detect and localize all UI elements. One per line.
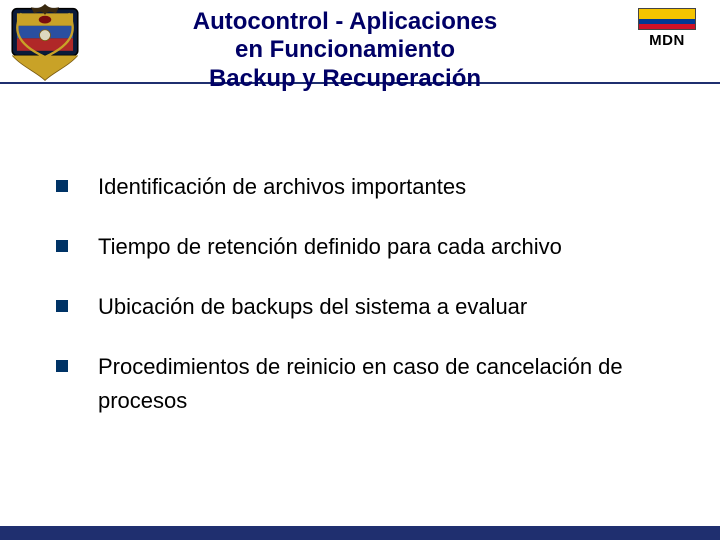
title-line-2: en Funcionamiento	[110, 36, 580, 64]
list-item: Procedimientos de reinicio en caso de ca…	[50, 350, 690, 418]
slide-title: Autocontrol - Aplicaciones en Funcionami…	[110, 8, 580, 93]
bullet-list: Identificación de archivos importantes T…	[50, 170, 690, 444]
org-badge: MDN	[632, 8, 702, 49]
list-item-text: Ubicación de backups del sistema a evalu…	[98, 294, 527, 319]
colombia-flag-icon	[638, 8, 696, 30]
list-item: Ubicación de backups del sistema a evalu…	[50, 290, 690, 324]
square-bullet-icon	[56, 240, 68, 252]
list-item-text: Tiempo de retención definido para cada a…	[98, 234, 562, 259]
list-item: Tiempo de retención definido para cada a…	[50, 230, 690, 264]
bottom-bar	[0, 526, 720, 540]
title-line-3: Backup y Recuperación	[110, 65, 580, 93]
square-bullet-icon	[56, 360, 68, 372]
square-bullet-icon	[56, 300, 68, 312]
list-item-text: Identificación de archivos importantes	[98, 174, 466, 199]
square-bullet-icon	[56, 180, 68, 192]
list-item-text: Procedimientos de reinicio en caso de ca…	[98, 354, 623, 413]
list-item: Identificación de archivos importantes	[50, 170, 690, 204]
org-label: MDN	[632, 32, 702, 49]
coat-of-arms-icon	[6, 4, 84, 82]
slide: Autocontrol - Aplicaciones en Funcionami…	[0, 0, 720, 540]
title-line-1: Autocontrol - Aplicaciones	[110, 8, 580, 36]
